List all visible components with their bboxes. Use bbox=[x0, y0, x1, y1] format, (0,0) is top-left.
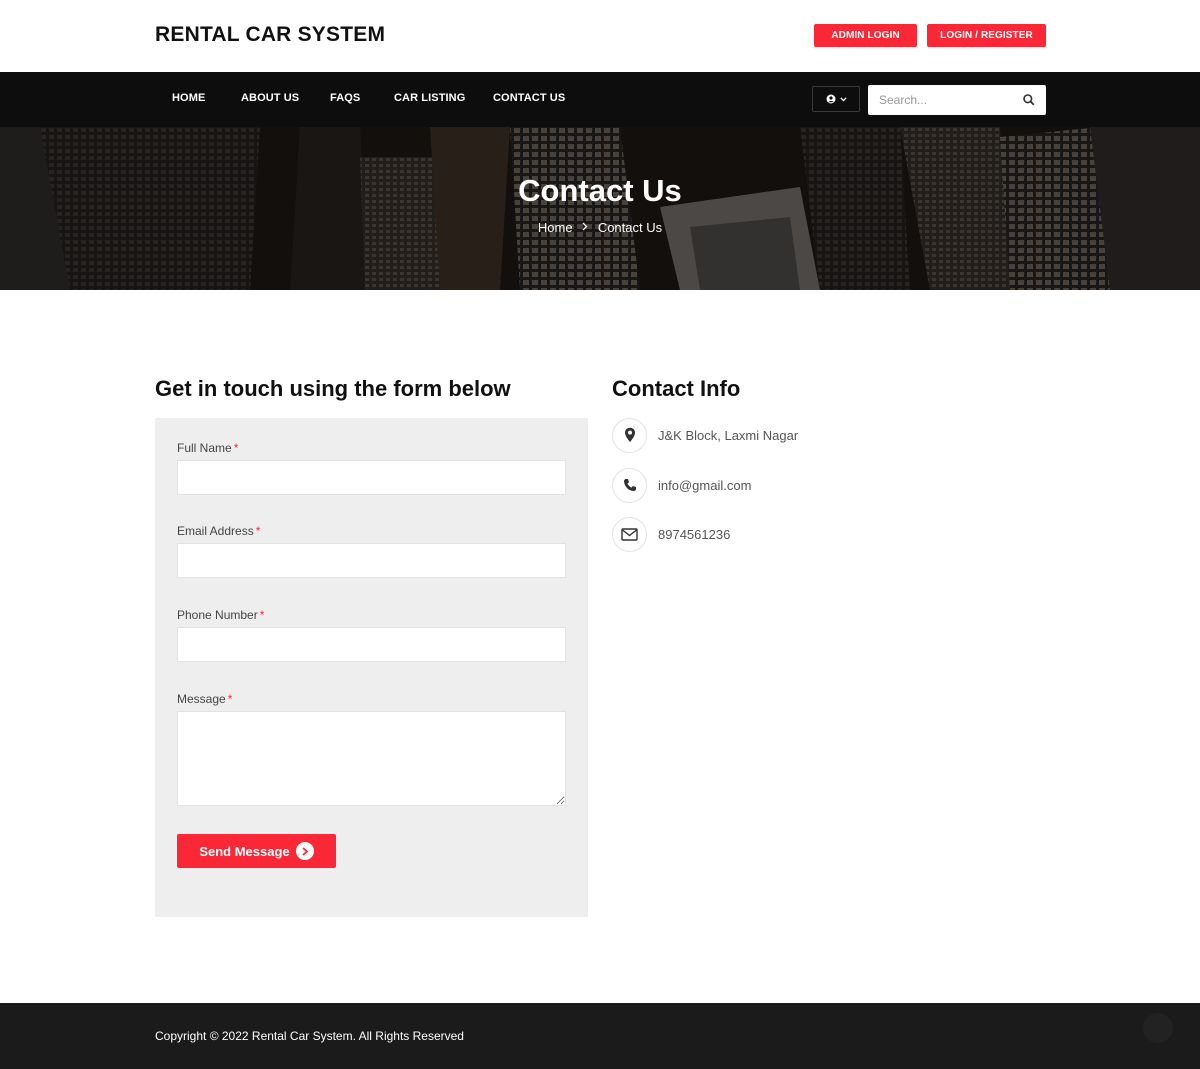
contact-phone: 8974561236 bbox=[612, 516, 730, 552]
login-register-button[interactable]: LOGIN / REGISTER bbox=[927, 24, 1046, 47]
message-textarea[interactable] bbox=[177, 711, 566, 806]
contact-address: J&K Block, Laxmi Nagar bbox=[612, 417, 798, 453]
form-heading: Get in touch using the form below bbox=[155, 376, 511, 401]
email-label: Email Address * bbox=[177, 524, 261, 538]
main-nav: HOME ABOUT US FAQS CAR LISTING CONTACT U… bbox=[0, 72, 1200, 127]
nav-item-car-listing[interactable]: CAR LISTING bbox=[394, 92, 465, 104]
user-circle-icon bbox=[826, 94, 835, 104]
back-to-top-button[interactable] bbox=[1143, 1013, 1173, 1043]
copyright-text: Copyright © 2022 Rental Car System. All … bbox=[155, 1029, 464, 1043]
contact-form: Full Name * Email Address * Phone Number * … bbox=[155, 418, 588, 917]
nav-item-faqs[interactable]: FAQS bbox=[330, 92, 360, 104]
envelope-icon bbox=[612, 516, 647, 552]
arrow-circle-right-icon bbox=[295, 842, 314, 860]
chevron-right-icon bbox=[582, 222, 588, 234]
breadcrumb-home-link[interactable]: Home bbox=[538, 220, 573, 235]
send-message-label: Send Message bbox=[199, 843, 290, 859]
site-logo[interactable]: RENTAL CAR SYSTEM bbox=[155, 23, 385, 47]
site-footer: Copyright © 2022 Rental Car System. All … bbox=[0, 1003, 1200, 1069]
search-input[interactable] bbox=[868, 85, 1018, 115]
page-title: Contact Us bbox=[518, 173, 682, 208]
nav-item-home[interactable]: HOME bbox=[172, 92, 205, 104]
nav-item-about-us[interactable]: ABOUT US bbox=[241, 92, 299, 104]
contact-info-heading: Contact Info bbox=[612, 376, 741, 401]
phone-label: Phone Number * bbox=[177, 608, 265, 622]
breadcrumb: Home Contact Us bbox=[0, 219, 1200, 235]
phone-icon bbox=[612, 467, 647, 503]
nav-item-contact-us[interactable]: CONTACT US bbox=[493, 92, 565, 104]
user-menu-dropdown[interactable] bbox=[812, 86, 860, 112]
contact-email: info@gmail.com bbox=[612, 467, 751, 503]
breadcrumb-current: Contact Us bbox=[597, 220, 663, 236]
full-name-input[interactable] bbox=[177, 460, 566, 495]
search-icon[interactable] bbox=[1022, 93, 1036, 107]
page-banner: Contact Us Home Contact Us bbox=[0, 127, 1200, 290]
map-marker-icon bbox=[612, 417, 647, 453]
message-label: Message * bbox=[177, 692, 233, 706]
chevron-down-icon bbox=[839, 96, 847, 102]
contact-email-text[interactable]: info@gmail.com bbox=[658, 478, 751, 493]
contact-phone-text[interactable]: 8974561236 bbox=[658, 527, 730, 542]
search-box bbox=[868, 85, 1046, 115]
admin-login-button[interactable]: ADMIN LOGIN bbox=[814, 24, 917, 47]
send-message-button[interactable]: Send Message bbox=[177, 834, 336, 868]
email-input[interactable] bbox=[177, 543, 566, 578]
full-name-label: Full Name * bbox=[177, 441, 239, 455]
phone-input[interactable] bbox=[177, 627, 566, 662]
top-header: RENTAL CAR SYSTEM ADMIN LOGIN LOGIN / RE… bbox=[0, 0, 1200, 72]
contact-address-text: J&K Block, Laxmi Nagar bbox=[658, 427, 799, 443]
